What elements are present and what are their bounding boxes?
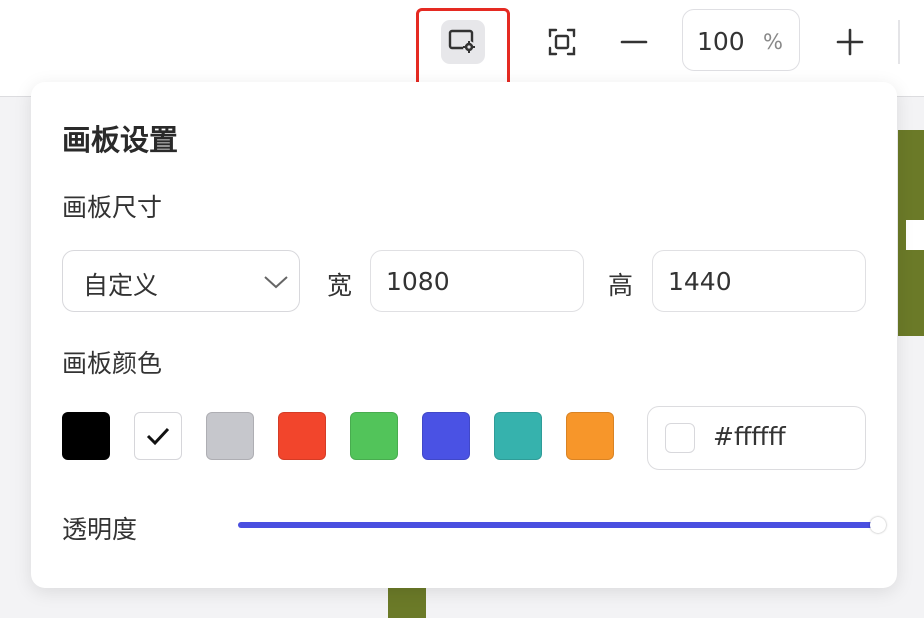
color-swatch[interactable] bbox=[494, 412, 542, 460]
zoom-out-icon bbox=[620, 40, 648, 44]
color-swatch[interactable] bbox=[566, 412, 614, 460]
toolbar-divider bbox=[898, 20, 900, 64]
canvas-color-label: 画板颜色 bbox=[62, 349, 163, 378]
canvas-artwork-bottom bbox=[388, 588, 426, 618]
opacity-slider[interactable] bbox=[238, 517, 886, 533]
opacity-label: 透明度 bbox=[62, 515, 138, 544]
hex-color-input[interactable]: #ffffff bbox=[647, 406, 866, 470]
canvas-settings-panel: 画板设置 画板尺寸 自定义 宽 1080 高 1440 画板颜色 #ffffff… bbox=[31, 82, 897, 588]
color-swatch[interactable] bbox=[278, 412, 326, 460]
color-swatch[interactable] bbox=[422, 412, 470, 460]
zoom-in-button[interactable] bbox=[828, 20, 872, 64]
zoom-unit: % bbox=[763, 30, 783, 54]
canvas-size-label: 画板尺寸 bbox=[62, 193, 163, 222]
width-input[interactable]: 1080 bbox=[370, 250, 584, 312]
color-swatch[interactable] bbox=[350, 412, 398, 460]
color-swatch[interactable] bbox=[134, 412, 182, 460]
height-label: 高 bbox=[608, 271, 634, 300]
hex-color-preview[interactable] bbox=[665, 423, 695, 453]
height-input[interactable]: 1440 bbox=[652, 250, 866, 312]
hex-color-value: #ffffff bbox=[713, 422, 786, 451]
color-swatch[interactable] bbox=[62, 412, 110, 460]
zoom-value: 100 bbox=[697, 27, 745, 56]
size-preset-select[interactable]: 自定义 bbox=[62, 250, 300, 312]
opacity-slider-thumb[interactable] bbox=[870, 517, 886, 533]
panel-title: 画板设置 bbox=[62, 123, 179, 157]
width-label: 宽 bbox=[327, 271, 353, 300]
fit-screen-icon bbox=[548, 28, 576, 56]
size-preset-value: 自定义 bbox=[83, 271, 159, 300]
zoom-level-input[interactable]: 100 % bbox=[682, 9, 800, 71]
height-value: 1440 bbox=[668, 267, 732, 296]
fit-screen-button[interactable] bbox=[540, 20, 584, 64]
opacity-slider-fill bbox=[238, 522, 878, 528]
color-swatch[interactable] bbox=[206, 412, 254, 460]
chevron-down-icon bbox=[264, 276, 288, 289]
width-value: 1080 bbox=[386, 267, 450, 296]
canvas-artwork-detail bbox=[906, 220, 924, 250]
zoom-in-icon bbox=[836, 28, 864, 56]
check-icon bbox=[146, 427, 170, 446]
canvas-artwork-right bbox=[898, 130, 924, 336]
zoom-out-button[interactable] bbox=[612, 20, 656, 64]
